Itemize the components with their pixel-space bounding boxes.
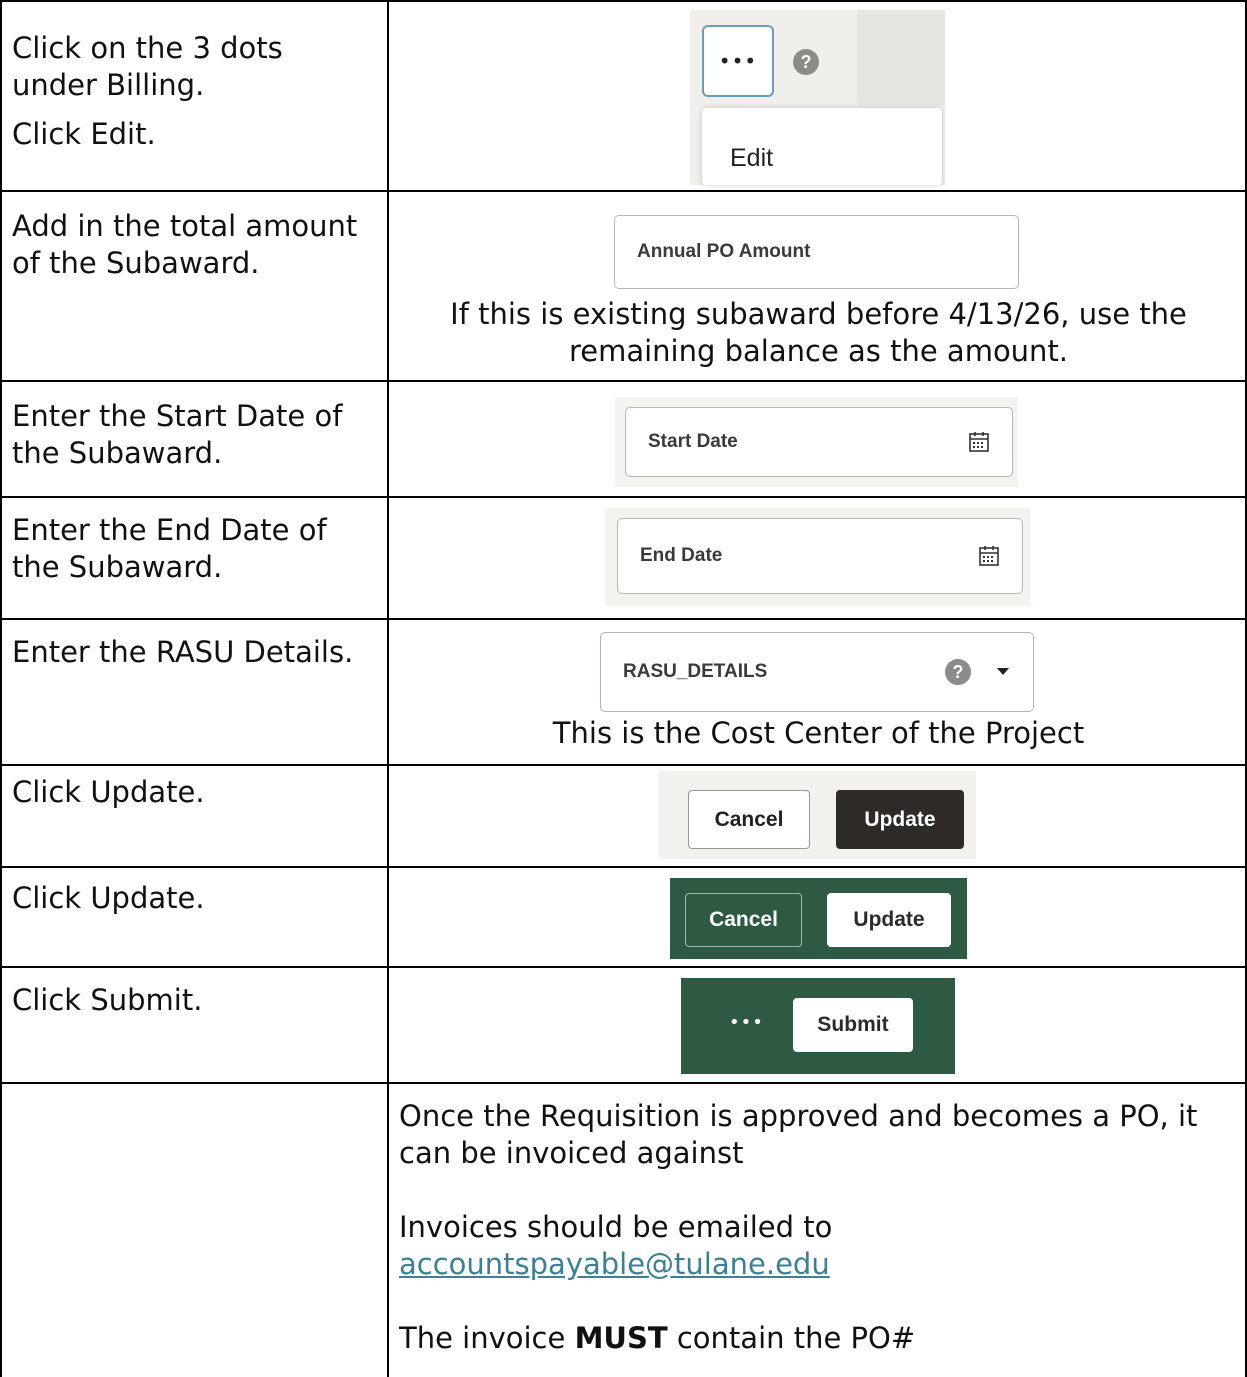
end-date-field[interactable]: End Date <box>617 518 1023 594</box>
actions-menu: Edit <box>702 108 942 185</box>
field-label: End Date <box>640 545 723 566</box>
must-emphasis: MUST <box>574 1321 668 1355</box>
po-note-suffix: contain the PO# <box>667 1321 916 1355</box>
field-label: RASU_DETAILS <box>623 661 768 682</box>
po-requirement-note: The invoice MUST contain the PO# <box>399 1320 1219 1357</box>
update-button[interactable]: Update <box>836 790 964 849</box>
row-7-instruction: Click Update. <box>12 881 205 915</box>
instruction-table: Click on the 3 dots under Billing. Click… <box>0 0 1247 1377</box>
table-border-left <box>0 0 2 1377</box>
instruction-text: Click Edit. <box>12 117 156 151</box>
billing-menu-screenshot: ••• ? Edit <box>690 10 945 185</box>
calendar-icon[interactable] <box>968 431 990 453</box>
row-4-instruction: Enter the End Date of the Subaward. <box>12 513 327 584</box>
row-8-instruction: Click Submit. <box>12 983 203 1017</box>
annual-po-amount-field[interactable]: Annual PO Amount <box>614 215 1019 289</box>
approval-note: Once the Requisition is approved and bec… <box>399 1099 1198 1170</box>
row-divider <box>0 496 1247 498</box>
rasu-caption: This is the Cost Center of the Project <box>552 716 1085 750</box>
submit-bar-screenshot: ••• Submit <box>681 978 955 1074</box>
submit-button[interactable]: Submit <box>793 998 913 1052</box>
panel-edge <box>857 10 945 105</box>
cancel-button[interactable]: Cancel <box>685 893 802 947</box>
row-divider <box>0 190 1247 192</box>
row-divider <box>0 0 1247 2</box>
ellipsis-icon[interactable]: ••• <box>729 1012 764 1033</box>
help-icon[interactable]: ? <box>945 659 971 685</box>
row-3-instruction: Enter the Start Date of the Subaward. <box>12 399 343 470</box>
update-buttons-screenshot: Cancel Update <box>659 771 976 859</box>
row-divider <box>0 380 1247 382</box>
field-label: Annual PO Amount <box>637 241 811 262</box>
amount-caption: If this is existing subaward before 4/13… <box>450 297 1187 368</box>
start-date-screenshot: Start Date <box>615 397 1018 487</box>
calendar-icon[interactable] <box>978 545 1000 567</box>
field-label: Start Date <box>648 431 738 452</box>
instruction-text: Click on the 3 dots under Billing. <box>12 31 283 102</box>
table-column-divider <box>387 0 389 1377</box>
row-6-instruction: Click Update. <box>12 775 205 809</box>
invoice-notes: Once the Requisition is approved and bec… <box>399 1098 1219 1357</box>
accounts-payable-email-link[interactable]: accountspayable@tulane.edu <box>399 1247 830 1281</box>
menu-item-edit[interactable]: Edit <box>730 144 773 173</box>
row-divider <box>0 764 1247 766</box>
start-date-field[interactable]: Start Date <box>625 407 1013 477</box>
row-divider <box>0 866 1247 868</box>
row-divider <box>0 618 1247 620</box>
ellipsis-icon: ••• <box>718 49 758 73</box>
row-5-instruction: Enter the RASU Details. <box>12 635 354 669</box>
row-2-instruction: Add in the total amount of the Subaward. <box>12 209 358 280</box>
row-1-instruction: Click on the 3 dots under Billing. Click… <box>12 30 372 153</box>
more-actions-button[interactable]: ••• <box>702 25 774 97</box>
update-button[interactable]: Update <box>827 893 951 947</box>
rasu-details-select[interactable]: RASU_DETAILS ? <box>600 632 1034 712</box>
chevron-down-icon[interactable] <box>997 668 1009 676</box>
end-date-screenshot: End Date <box>605 508 1030 606</box>
cancel-button[interactable]: Cancel <box>688 790 810 849</box>
row-divider <box>0 966 1247 968</box>
help-icon[interactable]: ? <box>793 49 819 75</box>
po-note-prefix: The invoice <box>399 1321 575 1355</box>
email-line: accountspayable@tulane.edu <box>399 1246 1219 1283</box>
row-divider <box>0 1082 1247 1084</box>
email-note: Invoices should be emailed to <box>399 1210 833 1244</box>
green-update-bar-screenshot: Cancel Update <box>670 878 967 959</box>
